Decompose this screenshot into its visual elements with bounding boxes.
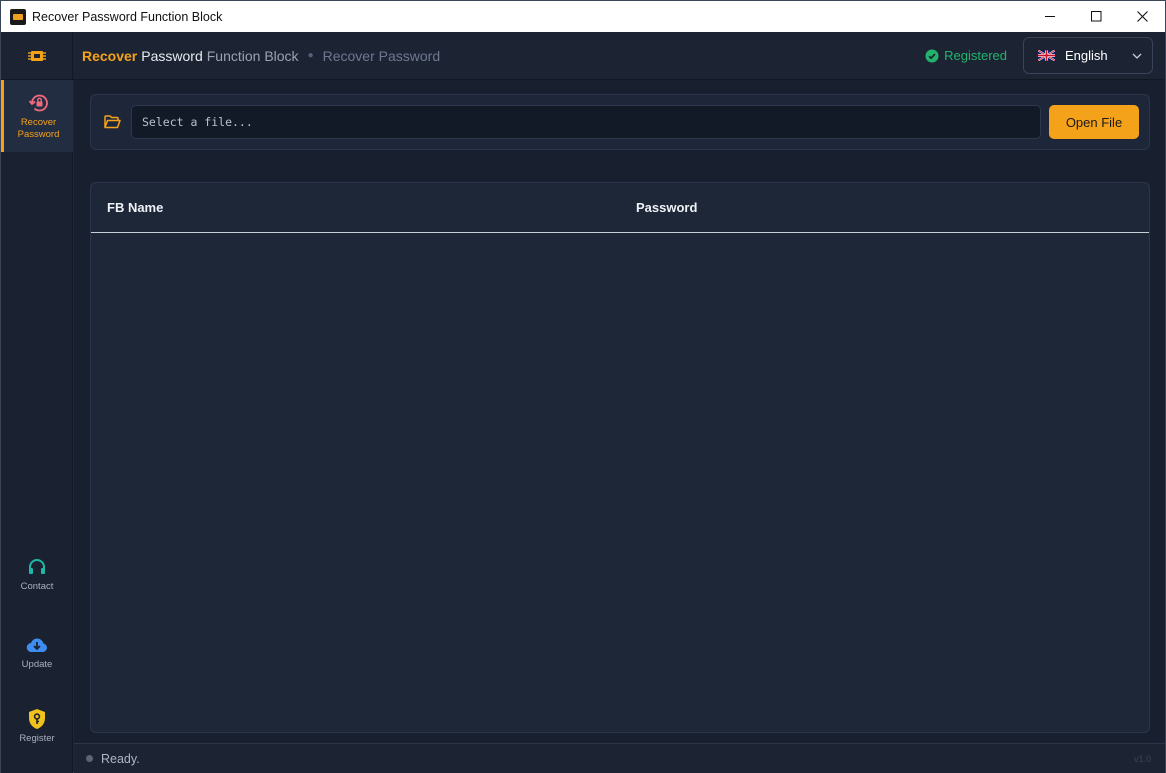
- app-name-accent: Recover: [82, 47, 138, 64]
- breadcrumb-current-page: Recover Password: [322, 47, 441, 64]
- breadcrumb-separator-icon: ●: [307, 50, 314, 61]
- close-button[interactable]: [1119, 1, 1165, 32]
- brand-logo: [1, 32, 73, 79]
- uk-flag-icon: [1038, 50, 1055, 61]
- table-header: FB Name Password: [91, 183, 1149, 233]
- chip-icon: [27, 50, 46, 61]
- main-content: Open File FB Name Password: [74, 80, 1165, 743]
- chevron-down-icon: [1132, 53, 1142, 59]
- results-table: FB Name Password: [90, 182, 1150, 733]
- column-header-fb-name[interactable]: FB Name: [91, 200, 620, 215]
- maximize-button[interactable]: [1073, 1, 1119, 32]
- header-right: Registered English: [925, 37, 1165, 74]
- sidebar-item-contact[interactable]: Contact: [1, 556, 73, 593]
- column-header-password[interactable]: Password: [620, 200, 697, 215]
- file-path-input[interactable]: [131, 105, 1041, 139]
- os-title-bar[interactable]: Recover Password Function Block: [1, 1, 1165, 32]
- language-select[interactable]: English: [1023, 37, 1153, 74]
- sidebar-item-register[interactable]: Register: [1, 708, 73, 745]
- check-circle-icon: [925, 49, 939, 62]
- sidebar: Recover Password Contact Update Register: [1, 80, 73, 773]
- cloud-download-icon: [26, 638, 47, 653]
- window-controls: [1027, 1, 1165, 32]
- minimize-button[interactable]: [1027, 1, 1073, 32]
- folder-open-icon: [103, 115, 121, 129]
- registration-status: Registered: [925, 48, 1007, 63]
- sidebar-item-label: Register: [19, 733, 55, 744]
- status-indicator-icon: [86, 755, 93, 762]
- app-name-muted: Function Block: [206, 47, 299, 64]
- language-label: English: [1065, 48, 1108, 63]
- open-file-button[interactable]: Open File: [1049, 105, 1139, 139]
- sidebar-item-recover-password[interactable]: Recover Password: [1, 80, 73, 152]
- registration-status-label: Registered: [944, 48, 1007, 63]
- app-window: Recover Password Function Block Recover …: [0, 0, 1166, 773]
- window-title: Recover Password Function Block: [32, 9, 223, 24]
- status-text: Ready.: [101, 751, 140, 766]
- headset-icon: [29, 559, 45, 574]
- breadcrumb: Recover Password Function Block ● Recove…: [82, 48, 440, 64]
- version-label: v1.0: [1133, 753, 1151, 764]
- sidebar-item-label: Update: [21, 659, 53, 670]
- sidebar-item-label: Recover Password: [17, 117, 60, 140]
- file-picker-bar: Open File: [90, 94, 1150, 150]
- app-name-main: Password: [141, 47, 203, 64]
- app-header: Recover Password Function Block ● Recove…: [1, 32, 1165, 80]
- sidebar-item-update[interactable]: Update: [1, 634, 73, 671]
- close-icon: [1136, 11, 1148, 22]
- lock-reset-icon: [28, 94, 48, 112]
- shield-key-icon: [29, 709, 45, 729]
- maximize-icon: [1090, 11, 1101, 22]
- app-icon: [10, 8, 26, 25]
- status-bar: Ready. v1.0: [74, 743, 1165, 773]
- sidebar-item-label: Contact: [20, 581, 54, 592]
- minimize-icon: [1044, 16, 1055, 17]
- browse-folder-button[interactable]: [93, 105, 131, 139]
